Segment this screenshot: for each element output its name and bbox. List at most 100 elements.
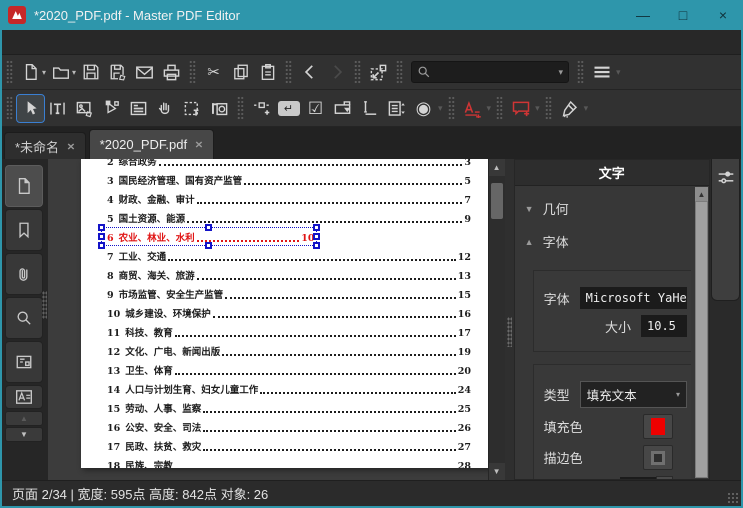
form-fields-panel-button[interactable] <box>5 341 43 383</box>
toc-entry[interactable]: 8 商贸、海关、旅游 13 <box>107 263 471 282</box>
document-vertical-scrollbar[interactable]: ▲ ▼ <box>487 159 505 480</box>
scrollbar-thumb[interactable] <box>490 183 503 219</box>
print-button[interactable] <box>158 59 185 86</box>
toc-entry[interactable]: 10 城乡建设、环境保护 16 <box>107 301 471 320</box>
menu-item[interactable] <box>102 39 126 45</box>
toolbar-grip[interactable] <box>447 96 455 120</box>
cut-button[interactable]: ✂ <box>200 59 227 86</box>
select-tool-button[interactable] <box>16 93 45 123</box>
search-box[interactable]: ▾ <box>411 61 570 83</box>
search-dropdown-icon[interactable]: ▾ <box>559 67 564 78</box>
toolbar-grip[interactable] <box>6 96 13 120</box>
toc-entry[interactable]: 7 工业、交通 12 <box>107 244 471 263</box>
open-document-button[interactable] <box>47 59 74 86</box>
menu-item[interactable] <box>54 39 78 45</box>
stroke-color-swatch[interactable] <box>643 445 673 470</box>
toc-entry[interactable]: 2 综合政务 3 <box>107 159 471 168</box>
main-menu-button[interactable] <box>588 59 615 86</box>
toolbar-grip[interactable] <box>285 60 293 84</box>
panel-section-header[interactable]: ▼ 几何 <box>523 192 691 225</box>
window-resize-grip[interactable] <box>727 492 739 504</box>
section-collapse-icon[interactable]: ▲ <box>525 237 535 247</box>
document-tab[interactable]: *未命名 × <box>4 132 86 159</box>
toc-entry[interactable]: 4 财政、金融、审计 7 <box>107 187 471 206</box>
back-button[interactable] <box>296 59 323 86</box>
tab-close-icon[interactable]: × <box>67 139 75 153</box>
toolbar-grip[interactable] <box>577 60 585 84</box>
toc-entry[interactable]: 3 国民经济管理、国有资产监管 5 <box>107 168 471 187</box>
eraser-dropdown-icon[interactable]: ▾ <box>584 103 589 114</box>
highlight-text-annotation-button[interactable] <box>459 95 486 122</box>
form-tool-button[interactable] <box>125 95 152 122</box>
edit-image-tool-button[interactable] <box>71 95 98 122</box>
menu-item[interactable] <box>198 39 222 45</box>
toc-entry[interactable]: 17 民政、扶贫、救灾 27 <box>107 434 471 453</box>
panel-scrollbar[interactable]: ▲ <box>695 187 708 478</box>
toc-entry[interactable]: 11 科技、教育 17 <box>107 320 471 339</box>
toolbar-grip[interactable] <box>189 60 197 84</box>
font-value-input[interactable]: Microsoft YaHei <box>579 287 687 309</box>
pages-panel-button[interactable] <box>5 165 43 207</box>
edit-text-tool-button[interactable] <box>44 95 71 122</box>
selection-handle[interactable] <box>205 224 213 231</box>
scroll-up-arrow[interactable]: ▲ <box>488 159 505 176</box>
panel-scrollbar-thumb[interactable] <box>695 201 708 478</box>
toolbar-grip[interactable] <box>544 96 552 120</box>
fill-color-swatch[interactable] <box>643 414 673 439</box>
search-input[interactable] <box>431 65 559 79</box>
menu-item[interactable] <box>174 39 198 45</box>
annotation-dropdown-icon[interactable]: ▾ <box>487 103 492 114</box>
section-collapse-icon[interactable]: ▼ <box>525 204 535 214</box>
email-button[interactable] <box>131 59 158 86</box>
toc-entry[interactable]: 12 文化、广电、新闻出版 19 <box>107 339 471 358</box>
toolbar-grip[interactable] <box>396 60 404 84</box>
splitter-grip[interactable] <box>506 317 512 347</box>
panel-scroll-up-arrow[interactable]: ▲ <box>695 187 708 201</box>
bookmarks-panel-button[interactable] <box>5 209 43 251</box>
snapshot-area-tool-button[interactable] <box>179 95 206 122</box>
toc-entry[interactable]: 14 人口与计划生育、妇女儿童工作 24 <box>107 377 471 396</box>
maximize-button[interactable]: □ <box>663 0 703 30</box>
toolbar-grip[interactable] <box>496 96 504 120</box>
hand-tool-button[interactable] <box>152 95 179 122</box>
attachments-panel-button[interactable] <box>5 253 43 295</box>
enter-key-field-button[interactable]: ↵ <box>275 95 302 122</box>
main-menu-dropdown-icon[interactable]: ▾ <box>616 67 621 78</box>
save-as-button[interactable] <box>104 59 131 86</box>
radio-button-field-button[interactable]: ◉ <box>410 95 437 122</box>
menu-item[interactable] <box>126 39 150 45</box>
properties-dock-tab[interactable] <box>711 159 740 301</box>
sidebar-scroll-up-button[interactable]: ▲ <box>5 411 43 426</box>
selection-handle[interactable] <box>98 232 105 240</box>
panel-section-header[interactable]: ▲ 字体 <box>523 225 691 258</box>
properties-panel-button[interactable] <box>5 385 43 409</box>
paste-button[interactable] <box>254 59 281 86</box>
save-button[interactable] <box>77 59 104 86</box>
scrollbar-track[interactable] <box>489 176 505 463</box>
menu-item[interactable] <box>78 39 102 45</box>
toolbar-grip[interactable] <box>6 60 13 84</box>
selection-handle[interactable] <box>98 242 105 249</box>
link-fields-tool-button[interactable] <box>248 95 275 122</box>
menu-item[interactable] <box>150 39 174 45</box>
line-width-input[interactable]: 1 <box>620 476 656 479</box>
text-field-button[interactable] <box>356 95 383 122</box>
eraser-tool-button[interactable] <box>556 95 583 122</box>
document-tab[interactable]: *2020_PDF.pdf × <box>88 129 214 159</box>
tab-close-icon[interactable]: × <box>195 138 203 152</box>
panel-splitter[interactable] <box>504 159 514 480</box>
menu-item[interactable] <box>6 39 30 45</box>
toolbar-grip[interactable] <box>237 96 244 120</box>
combobox-field-button[interactable] <box>329 95 356 122</box>
copy-button[interactable] <box>227 59 254 86</box>
listbox-field-button[interactable] <box>383 95 410 122</box>
sticky-note-annotation-button[interactable] <box>507 95 534 122</box>
menu-item[interactable] <box>30 39 54 45</box>
toc-entry[interactable]: 13 卫生、体育 20 <box>107 358 471 377</box>
size-value-input[interactable]: 10.5 <box>641 315 687 337</box>
sidebar-grip[interactable] <box>42 291 47 319</box>
toc-entry[interactable]: 15 劳动、人事、监察 25 <box>107 396 471 415</box>
titlebar[interactable]: *2020_PDF.pdf - Master PDF Editor — □ × <box>0 0 743 30</box>
close-button[interactable]: × <box>703 0 743 30</box>
edit-path-tool-button[interactable] <box>98 95 125 122</box>
